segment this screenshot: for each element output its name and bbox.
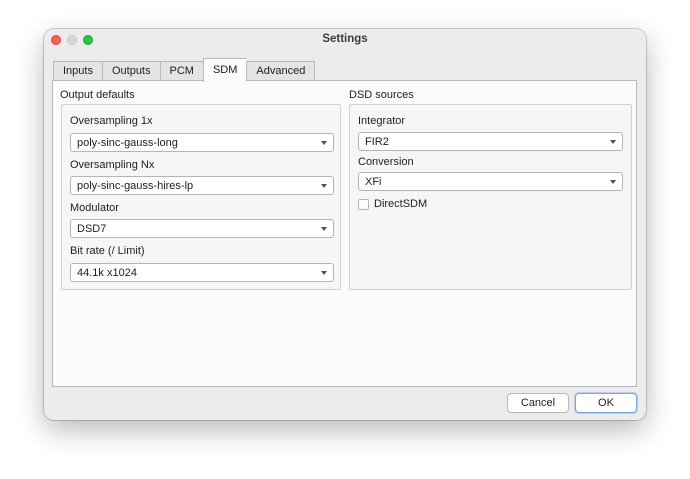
tab-advanced[interactable]: Advanced: [246, 61, 316, 81]
dsd-sources-title: DSD sources: [349, 89, 414, 101]
chevron-down-icon: [321, 141, 327, 145]
direct-sdm-label: DirectSDM: [374, 198, 428, 210]
chevron-down-icon: [610, 180, 616, 184]
oversampling-nx-value: poly-sinc-gauss-hires-lp: [77, 180, 194, 192]
chevron-down-icon: [321, 271, 327, 275]
oversampling-1x-select[interactable]: poly-sinc-gauss-long: [70, 133, 334, 152]
output-defaults-group: Oversampling 1x poly-sinc-gauss-long Ove…: [61, 104, 341, 290]
cancel-button[interactable]: Cancel: [507, 393, 569, 413]
oversampling-1x-label: Oversampling 1x: [70, 115, 153, 127]
bit-rate-label: Bit rate (/ Limit): [70, 245, 145, 257]
direct-sdm-checkbox-row[interactable]: DirectSDM: [358, 198, 427, 210]
modulator-select[interactable]: DSD7: [70, 219, 334, 238]
oversampling-nx-select[interactable]: poly-sinc-gauss-hires-lp: [70, 176, 334, 195]
tab-pcm[interactable]: PCM: [159, 61, 203, 81]
tab-sdm[interactable]: SDM: [202, 58, 247, 82]
bit-rate-select[interactable]: 44.1k x1024: [70, 263, 334, 282]
conversion-select[interactable]: XFi: [358, 172, 623, 191]
window-title: Settings: [322, 33, 368, 45]
integrator-value: FIR2: [365, 136, 389, 148]
ok-button[interactable]: OK: [575, 393, 637, 413]
integrator-label: Integrator: [358, 115, 406, 127]
oversampling-nx-label: Oversampling Nx: [70, 159, 155, 171]
tab-inputs[interactable]: Inputs: [53, 61, 102, 81]
modulator-label: Modulator: [70, 202, 119, 214]
bit-rate-value: 44.1k x1024: [77, 267, 137, 279]
chevron-down-icon: [610, 140, 616, 144]
oversampling-1x-value: poly-sinc-gauss-long: [77, 137, 178, 149]
tab-outputs[interactable]: Outputs: [101, 61, 160, 81]
integrator-select[interactable]: FIR2: [358, 132, 623, 151]
tab-bar: Inputs Outputs PCM SDM Advanced: [53, 58, 316, 82]
sdm-tab-panel: Output defaults Oversampling 1x poly-sin…: [52, 80, 637, 387]
conversion-label: Conversion: [358, 156, 414, 168]
conversion-value: XFi: [365, 176, 382, 188]
dsd-sources-group: Integrator FIR2 Conversion XFi DirectSDM: [349, 104, 632, 290]
modulator-value: DSD7: [77, 223, 107, 235]
chevron-down-icon: [321, 184, 327, 188]
titlebar: Settings: [44, 29, 646, 51]
direct-sdm-checkbox[interactable]: [358, 198, 369, 210]
chevron-down-icon: [321, 227, 327, 231]
output-defaults-title: Output defaults: [60, 89, 135, 101]
settings-window: Settings Inputs Outputs PCM SDM Advanced…: [44, 29, 646, 420]
